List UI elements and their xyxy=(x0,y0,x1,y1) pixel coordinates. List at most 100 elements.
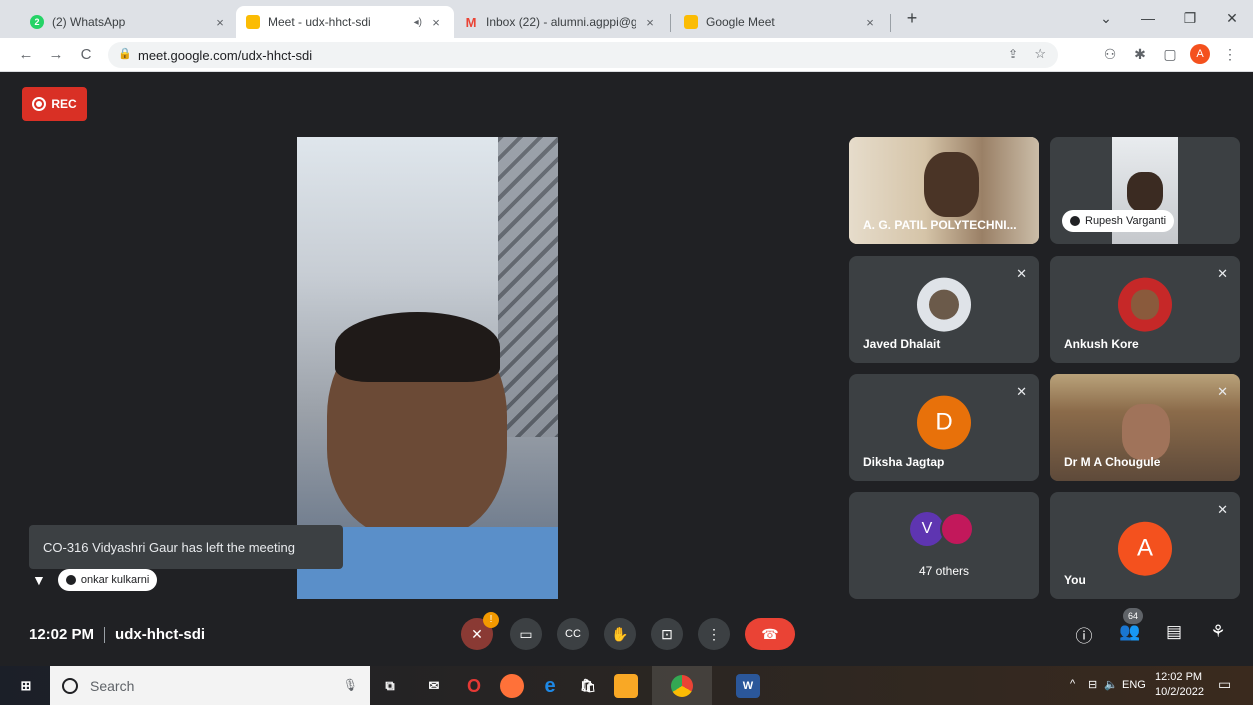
speaker-name-pill: onkar kulkarni xyxy=(57,569,158,591)
edge-icon[interactable]: e xyxy=(538,674,562,698)
window-close-button[interactable]: ✕ xyxy=(1212,6,1252,30)
speaker-hair xyxy=(335,312,500,382)
participant-tile[interactable]: A. G. PATIL POLYTECHNI... xyxy=(849,137,1039,244)
opera-icon[interactable]: O xyxy=(462,674,486,698)
file-explorer-icon[interactable] xyxy=(614,674,638,698)
store-icon[interactable]: 🛍 xyxy=(576,674,600,698)
activities-button[interactable]: ⚘ xyxy=(1205,622,1231,642)
chrome-taskbar-item[interactable] xyxy=(652,666,712,705)
more-options-button[interactable]: ⋮ xyxy=(698,618,730,650)
browser-toolbar: ← → C 🔒 meet.google.com/udx-hhct-sdi ⇪ ☆… xyxy=(0,38,1253,72)
task-view-icon[interactable]: ⧉ xyxy=(378,674,402,698)
close-icon[interactable]: × xyxy=(212,15,228,30)
pin-icon[interactable]: ▼ xyxy=(32,572,46,588)
extensions-puzzle-icon[interactable]: ✱ xyxy=(1130,46,1150,63)
avatar-photo xyxy=(1131,289,1159,320)
background-gate xyxy=(498,137,558,437)
clock-time[interactable]: 12:02 PM xyxy=(1155,671,1202,683)
profile-avatar[interactable]: A xyxy=(1190,44,1210,64)
address-bar[interactable]: 🔒 meet.google.com/udx-hhct-sdi ⇪ ☆ xyxy=(108,42,1058,68)
back-button[interactable]: ← xyxy=(14,44,38,66)
mic-off-icon: ✕ xyxy=(1217,384,1228,399)
divider xyxy=(104,627,106,644)
share-icon[interactable]: ⇪ xyxy=(1008,47,1018,61)
mic-off-icon: ✕ xyxy=(1217,266,1228,281)
participant-tile-others[interactable]: V 47 others xyxy=(849,492,1039,599)
participant-name: Dr M A Chougule xyxy=(1064,455,1161,469)
avatar-photo xyxy=(929,289,959,320)
recording-label: REC xyxy=(51,97,77,111)
word-icon[interactable]: W xyxy=(736,674,760,698)
present-button[interactable]: ⊡ xyxy=(651,618,683,650)
avatar-photo xyxy=(940,512,974,546)
camera-button[interactable]: ▭ xyxy=(510,618,542,650)
minimize-button[interactable]: — xyxy=(1128,6,1168,30)
microphone-button[interactable]: ✕ ! xyxy=(461,612,499,650)
tray-chevron-icon[interactable]: ^ xyxy=(1070,678,1075,690)
maximize-button[interactable]: ❐ xyxy=(1170,6,1210,30)
whatsapp-icon: 2 xyxy=(30,15,44,29)
participant-face xyxy=(1127,172,1163,212)
participant-name: A. G. PATIL POLYTECHNI... xyxy=(863,218,1017,232)
participant-tile-self[interactable]: ✕ A You xyxy=(1050,492,1240,599)
toast-text: CO-316 Vidyashri Gaur has left the meeti… xyxy=(43,539,295,555)
language-indicator[interactable]: ENG xyxy=(1122,679,1146,691)
participant-face xyxy=(1122,404,1170,460)
menu-kebab-icon[interactable]: ⋮ xyxy=(1220,46,1240,63)
mic-off-icon: ✕ xyxy=(1016,384,1027,399)
recording-badge[interactable]: REC xyxy=(22,87,87,121)
search-icon xyxy=(62,677,78,694)
tab-whatsapp[interactable]: 2 (2) WhatsApp × xyxy=(20,6,238,38)
tab-search-button[interactable]: ⌄ xyxy=(1086,6,1126,30)
side-panel-icon[interactable]: ▢ xyxy=(1160,46,1180,63)
participant-face xyxy=(924,152,979,217)
meeting-code: udx-hhct-sdi xyxy=(115,626,206,643)
forward-button[interactable]: → xyxy=(44,44,68,66)
chrome-icon xyxy=(671,674,693,697)
raise-hand-button[interactable]: ✋ xyxy=(604,618,636,650)
participant-tile[interactable]: ✕ Dr M A Chougule xyxy=(1050,374,1240,481)
reload-button[interactable]: C xyxy=(74,44,98,66)
close-icon[interactable]: × xyxy=(862,15,878,30)
extension-icon[interactable]: ⚇ xyxy=(1100,46,1120,63)
leave-call-button[interactable]: ☎ xyxy=(745,618,795,650)
firefox-icon[interactable] xyxy=(500,674,524,698)
camera-icon: ▭ xyxy=(519,625,533,642)
tab-google-meet[interactable]: Google Meet × xyxy=(674,6,888,38)
taskbar-search[interactable]: Search 🎙 xyxy=(50,666,370,705)
meeting-info: 12:02 PM udx-hhct-sdi xyxy=(29,626,206,644)
hang-up-icon: ☎ xyxy=(761,625,779,642)
tab-meet-active[interactable]: Meet - udx-hhct-sdi ◂) × xyxy=(236,6,454,38)
chat-button[interactable]: ▤ xyxy=(1161,622,1187,642)
lock-icon: 🔒 xyxy=(118,48,132,60)
network-icon[interactable]: ⊟ xyxy=(1088,678,1097,691)
new-tab-button[interactable]: + xyxy=(892,6,932,30)
meet-stage: REC A. G. PATIL POLYTECHNI... Rupesh Var… xyxy=(0,72,1253,666)
pinned-speaker-row: ▼ onkar kulkarni xyxy=(32,569,158,591)
microphone-icon[interactable]: 🎙 xyxy=(343,678,358,692)
audio-playing-icon[interactable]: ◂) xyxy=(414,17,422,28)
participant-name: You xyxy=(1064,573,1086,587)
tab-gmail[interactable]: M Inbox (22) - alumni.agppi@gmail × xyxy=(454,6,668,38)
volume-icon[interactable]: 🔈 xyxy=(1104,678,1118,691)
windows-start-icon[interactable]: ⊞ xyxy=(14,674,38,698)
participant-tile[interactable]: ✕ D Diksha Jagtap xyxy=(849,374,1039,481)
participant-tile[interactable]: Rupesh Varganti xyxy=(1050,137,1240,244)
meeting-details-button[interactable]: ⓘ xyxy=(1071,622,1097,647)
participant-tile[interactable]: ✕ Ankush Kore xyxy=(1050,256,1240,363)
close-icon[interactable]: × xyxy=(428,15,444,30)
close-icon[interactable]: × xyxy=(642,15,658,30)
bookmark-star-icon[interactable]: ☆ xyxy=(1034,46,1046,62)
meet-icon xyxy=(684,15,698,29)
record-icon xyxy=(32,97,47,111)
participant-tile[interactable]: ✕ Javed Dhalait xyxy=(849,256,1039,363)
pinned-name-pill[interactable]: Rupesh Varganti xyxy=(1062,210,1175,232)
mail-icon[interactable]: ✉ xyxy=(422,674,446,698)
warning-badge: ! xyxy=(483,612,499,628)
mic-off-icon: ✕ xyxy=(471,625,483,642)
windows-taskbar: ⊞ Search 🎙 ⧉ ✉ O e 🛍 W ^ ⊟ 🔈 ENG 12:02 P… xyxy=(0,666,1253,705)
clock-date[interactable]: 10/2/2022 xyxy=(1155,686,1204,698)
notification-icon[interactable]: ▭ xyxy=(1218,676,1231,693)
captions-button[interactable]: CC xyxy=(557,618,589,650)
people-button[interactable]: 👥 64 xyxy=(1117,608,1143,642)
